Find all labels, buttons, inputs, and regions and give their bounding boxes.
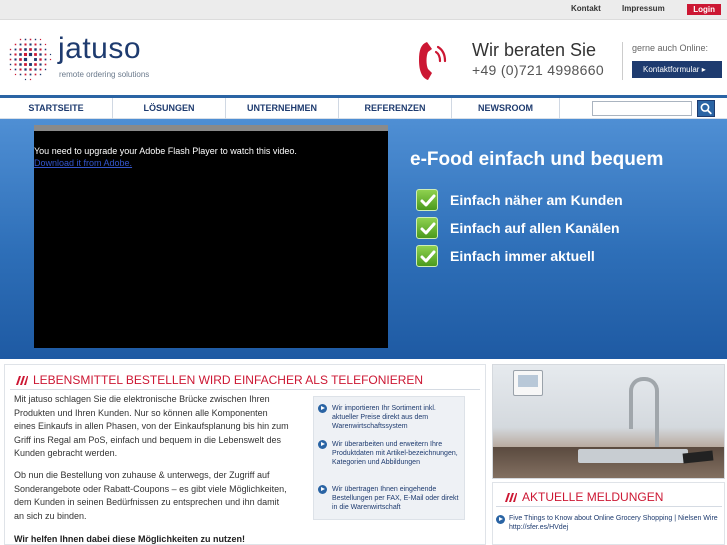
- paragraph-line: Produkten und Ihren Kunden. Nur so könne…: [14, 407, 268, 418]
- paragraph-line: Mit jatuso schlagen Sie die elektronisch…: [14, 394, 270, 404]
- news-divider: [496, 506, 722, 507]
- section-title: LEBENSMITTEL BESTELLEN WIRD EINFACHER AL…: [33, 373, 424, 387]
- section-divider: [10, 389, 480, 390]
- logo-tagline: remote ordering solutions: [59, 70, 150, 79]
- search-input[interactable]: [592, 101, 692, 116]
- phone-icon: [419, 42, 447, 80]
- benefit-label: Einfach immer aktuell: [450, 248, 595, 264]
- contact-form-button[interactable]: Kontaktformular ▸: [632, 61, 722, 78]
- check-icon: [416, 189, 438, 211]
- paragraph-line: Griff ins Regal am PoS, einfach und bequ…: [14, 434, 281, 445]
- paragraph-line: eines Einkaufs in allen Phasen, von der …: [14, 421, 289, 431]
- kontakt-link[interactable]: Kontakt: [571, 4, 601, 13]
- paragraph-line: an sich zu binden.: [14, 510, 87, 521]
- online-contact-label: gerne auch Online:: [632, 43, 709, 53]
- hero-title: e-Food einfach und bequem: [410, 149, 664, 170]
- nav-item-referenzen[interactable]: REFERENZEN: [339, 98, 452, 119]
- header-divider: [622, 42, 623, 80]
- service-text: Wir importieren Ihr Sortiment inkl. aktu…: [332, 405, 436, 430]
- kitchen-device-image: [513, 370, 543, 396]
- nav-item-newsroom[interactable]: NEWSROOM: [452, 98, 560, 119]
- second-paragraph: Ob nun die Bestellung von zuhause & unte…: [14, 469, 309, 523]
- main-navigation: STARTSEITE LÖSUNGEN UNTERNEHMEN REFERENZ…: [0, 95, 727, 119]
- benefit-label: Einfach näher am Kunden: [450, 192, 623, 208]
- logo-wordmark[interactable]: jatuso: [58, 32, 141, 66]
- check-icon: [416, 245, 438, 267]
- nav-item-startseite[interactable]: STARTSEITE: [0, 98, 113, 119]
- top-utility-bar: Kontakt Impressum Login: [0, 0, 727, 20]
- search-button[interactable]: [697, 100, 715, 117]
- login-button[interactable]: Login: [687, 4, 721, 15]
- stripes-icon: [505, 493, 517, 502]
- nav-item-loesungen[interactable]: LÖSUNGEN: [113, 98, 226, 119]
- faucet-stem: [655, 395, 659, 453]
- advice-title: Wir beraten Sie: [472, 40, 597, 60]
- paragraph-line: Ob nun die Bestellung von zuhause & unte…: [14, 470, 270, 480]
- arrow-bullet-icon: [318, 440, 327, 449]
- paragraph-line: dem Kunden in seinen Bedürfnissen zu ent…: [14, 497, 280, 507]
- flash-download-link[interactable]: Download it from Adobe.: [34, 158, 132, 168]
- service-text: Wir übertragen Ihnen eingehende Bestellu…: [332, 486, 459, 511]
- arrow-bullet-icon: [496, 515, 505, 524]
- closing-statement: Wir helfen Ihnen dabei diese Möglichkeit…: [14, 534, 245, 544]
- news-title: AKTUELLE MELDUNGEN: [522, 490, 664, 504]
- news-item-text[interactable]: Five Things to Know about Online Grocery…: [509, 514, 721, 532]
- service-text: Wir überarbeiten und erweitern Ihre Prod…: [332, 441, 458, 466]
- search-icon: [700, 103, 712, 115]
- advice-phone-number: +49 (0)721 4998660: [472, 62, 604, 78]
- sink-image: [578, 449, 688, 463]
- intro-paragraph: Mit jatuso schlagen Sie die elektronisch…: [14, 393, 309, 461]
- arrow-bullet-icon: [318, 485, 327, 494]
- benefit-label: Einfach auf allen Kanälen: [450, 220, 620, 236]
- flash-upgrade-message: You need to upgrade your Adobe Flash Pla…: [34, 146, 297, 156]
- impressum-link[interactable]: Impressum: [622, 4, 665, 13]
- paragraph-line: Sonderangebote oder Rabatt-Coupons – es …: [14, 483, 287, 494]
- stripes-icon: [16, 376, 28, 385]
- kitchen-photo: [492, 364, 725, 479]
- paragraph-line: Kunden gebracht werden.: [14, 448, 118, 458]
- arrow-bullet-icon: [318, 404, 327, 413]
- jatuso-logo-icon[interactable]: [5, 34, 53, 82]
- nav-item-unternehmen[interactable]: UNTERNEHMEN: [226, 98, 339, 119]
- check-icon: [416, 217, 438, 239]
